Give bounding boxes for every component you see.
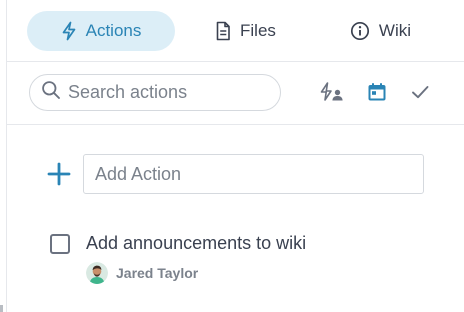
info-circle-icon	[350, 21, 370, 41]
checkmark-icon	[410, 82, 430, 107]
actions-panel: Actions Files Wiki Search actions Add Ac…	[0, 0, 464, 312]
tab-wiki-label: Wiki	[378, 20, 412, 40]
add-action-input[interactable]	[83, 154, 424, 194]
completed-filter-button[interactable]	[407, 81, 433, 107]
document-icon	[215, 21, 231, 41]
action-title[interactable]: Add announcements to wiki	[86, 233, 306, 254]
search-icon	[41, 80, 61, 105]
tab-bar: Actions Files Wiki	[7, 0, 464, 61]
search-input[interactable]	[68, 82, 268, 103]
calendar-icon	[367, 82, 387, 107]
due-date-filter-button[interactable]	[364, 81, 390, 107]
lightning-icon	[61, 21, 77, 41]
add-action-button[interactable]	[47, 162, 71, 186]
tab-actions[interactable]: Actions	[27, 10, 175, 51]
tab-files-label: Files	[240, 20, 276, 40]
tab-wiki[interactable]: Wiki	[350, 11, 411, 51]
action-assignee: Jared Taylor	[86, 262, 198, 284]
plus-icon	[47, 162, 71, 190]
assignee-name: Jared Taylor	[116, 265, 199, 281]
toolbar-divider	[7, 124, 464, 125]
resize-handle	[0, 305, 3, 312]
tab-files[interactable]: Files	[215, 11, 276, 51]
tab-actions-label: Actions	[85, 20, 142, 40]
action-complete-checkbox[interactable]	[50, 234, 70, 254]
assigned-to-me-icon	[319, 81, 345, 108]
avatar	[86, 262, 108, 284]
search-toolbar	[7, 62, 464, 124]
assigned-to-me-filter-button[interactable]	[319, 81, 345, 107]
search-box	[29, 74, 281, 111]
